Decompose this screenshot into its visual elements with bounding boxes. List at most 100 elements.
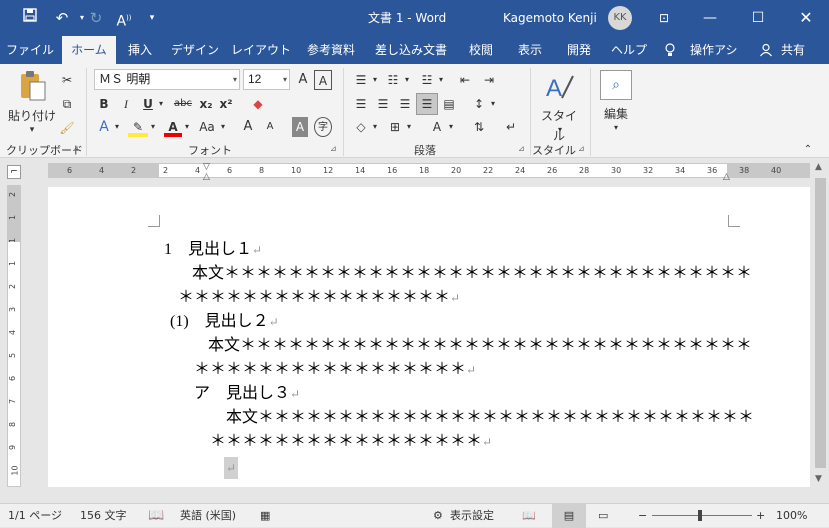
highlight-color-icon[interactable]: ✎ xyxy=(128,117,148,137)
zoom-slider-thumb[interactable] xyxy=(698,510,702,521)
italic-button[interactable]: I xyxy=(118,94,134,114)
right-indent-icon[interactable]: △ xyxy=(723,172,730,182)
show-formatting-icon[interactable]: ↵ xyxy=(502,117,520,137)
proofing-icon[interactable]: 📖 xyxy=(148,504,164,528)
collapse-ribbon-icon[interactable]: ⌃ xyxy=(800,140,816,160)
zoom-out-button[interactable]: − xyxy=(638,504,647,528)
gear-icon[interactable]: ⚙ xyxy=(433,504,443,528)
vertical-scrollbar[interactable]: ▲ ▼ xyxy=(812,162,829,487)
styles-dropdown-icon[interactable]: ▾ xyxy=(552,120,568,140)
scroll-down-icon[interactable]: ▼ xyxy=(815,474,822,484)
enclose-character-icon[interactable]: 字 xyxy=(314,117,332,137)
character-shading-icon[interactable]: A xyxy=(292,117,308,137)
align-left-icon[interactable]: ☰ xyxy=(352,94,370,114)
maximize-icon[interactable]: ☐ xyxy=(735,0,781,36)
save-icon[interactable] xyxy=(18,6,42,30)
ribbon-display-icon[interactable]: ⊡ xyxy=(641,0,687,36)
font-launcher-icon[interactable]: ⊿ xyxy=(330,144,337,153)
increase-indent-icon[interactable]: ⇥ xyxy=(480,70,498,90)
scroll-thumb[interactable] xyxy=(815,178,826,468)
zoom-level[interactable]: 100% xyxy=(776,504,807,528)
heading-2[interactable]: (1) 見出し２↵ xyxy=(170,311,279,333)
align-center-icon[interactable]: ☰ xyxy=(374,94,392,114)
multilevel-list-icon[interactable]: ☳ xyxy=(418,70,436,90)
asian-layout-dropdown-icon[interactable]: ▾ xyxy=(446,117,456,137)
body-text[interactable]: ＊＊＊＊＊＊＊＊＊＊＊＊＊＊＊＊＊↵ xyxy=(210,431,492,453)
zoom-slider-track[interactable] xyxy=(652,515,752,516)
paste-dropdown-icon[interactable]: ▾ xyxy=(24,120,40,140)
vertical-ruler[interactable]: 2 1 1 1 2 3 4 5 6 7 8 9 10 xyxy=(7,185,21,487)
styles-launcher-icon[interactable]: ⊿ xyxy=(578,144,585,153)
bullets-dropdown-icon[interactable]: ▾ xyxy=(370,70,380,90)
text-effects-icon[interactable]: A xyxy=(96,117,112,137)
highlight-eraser-icon[interactable]: ◆ xyxy=(248,94,268,114)
styles-icon[interactable]: A xyxy=(540,70,578,106)
page-count[interactable]: 1/1 ページ xyxy=(8,504,62,528)
grow-font-button[interactable]: A xyxy=(240,117,256,137)
sort-icon[interactable]: ⇅ xyxy=(470,117,488,137)
shrink-font-button[interactable]: A xyxy=(262,117,278,137)
read-aloud-icon[interactable]: A)) xyxy=(112,6,136,30)
justify-icon[interactable]: ☰ xyxy=(416,93,438,115)
format-painter-icon[interactable]: 🖌 xyxy=(58,118,76,138)
superscript-button[interactable]: x² xyxy=(218,94,234,114)
first-line-indent-icon[interactable]: ▽ xyxy=(203,162,210,172)
underline-dropdown-icon[interactable]: ▾ xyxy=(156,94,166,114)
empty-paragraph[interactable]: ↵ xyxy=(224,457,239,479)
heading-3[interactable]: ア 見出し３↵ xyxy=(194,383,300,405)
font-color-icon[interactable]: A xyxy=(164,117,182,137)
minimize-icon[interactable]: — xyxy=(687,0,733,36)
lightbulb-icon[interactable] xyxy=(662,36,678,64)
zoom-in-button[interactable]: + xyxy=(756,504,765,528)
align-right-icon[interactable]: ☰ xyxy=(396,94,414,114)
heading-1[interactable]: 1 見出し１↵ xyxy=(164,239,262,261)
body-text[interactable]: ＊＊＊＊＊＊＊＊＊＊＊＊＊＊＊＊＊↵ xyxy=(178,287,460,309)
copy-icon[interactable]: ⧉ xyxy=(58,94,76,114)
chevron-down-icon[interactable]: ▾ xyxy=(283,70,287,89)
font-size-combo[interactable]: 12 ▾ xyxy=(243,69,290,90)
read-mode-icon[interactable]: 📖 xyxy=(522,504,536,528)
body-text[interactable]: 本文＊＊＊＊＊＊＊＊＊＊＊＊＊＊＊＊＊＊＊＊＊＊＊＊＊＊＊＊＊＊＊＊＊ xyxy=(192,263,752,285)
share-button[interactable]: 共有 xyxy=(778,36,808,64)
body-text[interactable]: 本文＊＊＊＊＊＊＊＊＊＊＊＊＊＊＊＊＊＊＊＊＊＊＊＊＊＊＊＊＊＊＊＊ xyxy=(208,335,752,357)
web-layout-icon[interactable]: ▭ xyxy=(598,504,608,528)
chevron-down-icon[interactable]: ▾ xyxy=(233,70,237,89)
left-indent-icon[interactable]: △ xyxy=(203,172,210,182)
numbering-dropdown-icon[interactable]: ▾ xyxy=(402,70,412,90)
tab-design[interactable]: デザイン xyxy=(168,36,222,64)
highlight-dropdown-icon[interactable]: ▾ xyxy=(148,117,158,137)
word-count[interactable]: 156 文字 xyxy=(80,504,127,528)
bold-button[interactable]: B xyxy=(96,94,112,114)
tab-mailings[interactable]: 差し込み文書 xyxy=(370,36,452,64)
paste-icon[interactable] xyxy=(14,70,50,104)
tab-developer[interactable]: 開発 xyxy=(558,36,600,64)
redo-icon[interactable]: ↻ xyxy=(84,6,108,30)
tab-layout[interactable]: レイアウト xyxy=(230,36,292,64)
distributed-icon[interactable]: ▤ xyxy=(440,94,458,114)
user-name[interactable]: Kagemoto Kenji xyxy=(503,0,597,36)
display-settings-button[interactable]: 表示設定 xyxy=(450,504,494,528)
editing-dropdown-icon[interactable]: ▾ xyxy=(608,118,624,138)
tab-help[interactable]: ヘルプ xyxy=(606,36,652,64)
tell-me-box[interactable]: 操作アシスト xyxy=(690,36,742,64)
text-effects-dropdown-icon[interactable]: ▾ xyxy=(112,117,122,137)
tab-file[interactable]: ファイル xyxy=(4,36,56,64)
borders-dropdown-icon[interactable]: ▾ xyxy=(404,117,414,137)
body-text[interactable]: 本文＊＊＊＊＊＊＊＊＊＊＊＊＊＊＊＊＊＊＊＊＊＊＊＊＊＊＊＊＊＊＊ xyxy=(226,407,754,429)
change-case-dropdown-icon[interactable]: ▾ xyxy=(218,117,228,137)
shading-dropdown-icon[interactable]: ▾ xyxy=(370,117,380,137)
cut-icon[interactable]: ✂ xyxy=(58,70,76,90)
paragraph-launcher-icon[interactable]: ⊿ xyxy=(518,144,525,153)
numbering-icon[interactable]: ☷ xyxy=(384,70,402,90)
scroll-up-icon[interactable]: ▲ xyxy=(815,162,822,172)
underline-button[interactable]: U xyxy=(140,94,156,114)
asian-layout-icon[interactable]: A xyxy=(428,117,446,137)
search-icon[interactable]: ⌕ xyxy=(600,70,632,100)
clipboard-launcher-icon[interactable]: ⊿ xyxy=(72,144,79,153)
tab-selector-icon[interactable]: ⌐ xyxy=(7,165,21,179)
document-page[interactable]: 1 見出し１↵ 本文＊＊＊＊＊＊＊＊＊＊＊＊＊＊＊＊＊＊＊＊＊＊＊＊＊＊＊＊＊＊… xyxy=(48,187,810,487)
strikethrough-button[interactable]: abc xyxy=(172,94,194,114)
tab-home[interactable]: ホーム xyxy=(62,36,116,64)
line-spacing-icon[interactable]: ↕ xyxy=(470,94,488,114)
customize-icon[interactable]: ▾ xyxy=(140,6,164,30)
